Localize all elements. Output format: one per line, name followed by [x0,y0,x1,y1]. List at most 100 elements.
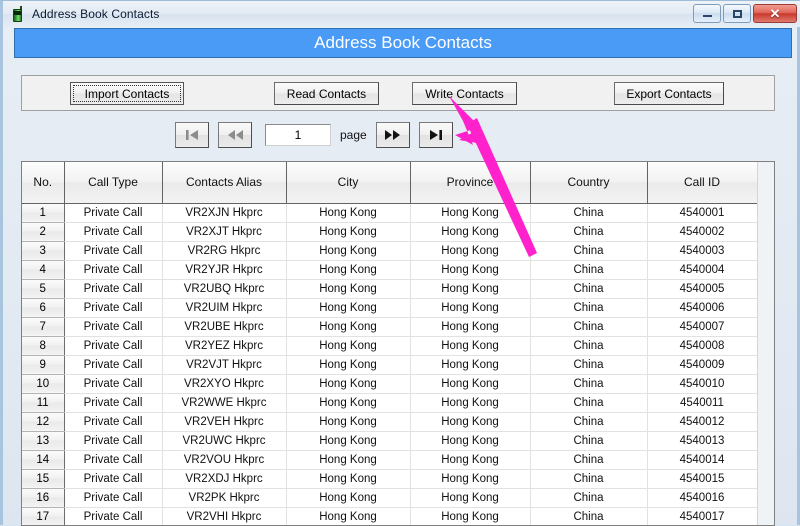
table-cell[interactable]: Hong Kong [410,507,531,525]
table-cell[interactable]: VR2UWC Hkprc [162,431,287,451]
table-cell[interactable]: 4540016 [647,488,758,508]
table-cell[interactable]: Hong Kong [286,393,411,413]
table-cell[interactable]: China [530,336,648,356]
table-cell[interactable]: Hong Kong [286,203,411,223]
table-cell[interactable]: VR2VJT Hkprc [162,355,287,375]
table-cell[interactable]: Hong Kong [286,469,411,489]
row-number-cell[interactable]: 12 [22,412,65,432]
table-cell[interactable]: 4540012 [647,412,758,432]
table-cell[interactable]: VR2VHI Hkprc [162,507,287,525]
table-row[interactable]: 8 Private Call VR2YEZ Hkprc Hong Kong Hong K… [22,336,758,356]
row-number-cell[interactable]: 2 [22,222,65,242]
table-cell[interactable]: Hong Kong [286,412,411,432]
row-number-cell[interactable]: 15 [22,469,65,489]
table-cell[interactable]: 4540009 [647,355,758,375]
table-cell[interactable]: China [530,393,648,413]
row-number-cell[interactable]: 17 [22,507,65,525]
table-cell[interactable]: Hong Kong [286,507,411,525]
table-row[interactable]: 12 Private Call VR2VEH Hkprc Hong Kong Hong … [22,412,758,432]
table-cell[interactable]: Hong Kong [286,260,411,280]
table-cell[interactable]: Private Call [64,279,163,299]
table-cell[interactable]: VR2VEH Hkprc [162,412,287,432]
table-cell[interactable]: China [530,450,648,470]
read-contacts-button[interactable]: Read Contacts [274,82,379,105]
table-cell[interactable]: Hong Kong [286,298,411,318]
table-cell[interactable]: 4540013 [647,431,758,451]
row-number-cell[interactable]: 8 [22,336,65,356]
row-number-cell[interactable]: 6 [22,298,65,318]
table-cell[interactable]: China [530,507,648,525]
table-cell[interactable]: 4540011 [647,393,758,413]
table-cell[interactable]: China [530,317,648,337]
table-cell[interactable]: 4540008 [647,336,758,356]
maximize-button[interactable] [723,4,751,23]
table-cell[interactable]: China [530,374,648,394]
table-cell[interactable]: 4540010 [647,374,758,394]
table-cell[interactable]: Private Call [64,431,163,451]
table-cell[interactable]: Hong Kong [286,355,411,375]
table-cell[interactable]: 4540015 [647,469,758,489]
table-cell[interactable]: Hong Kong [410,412,531,432]
table-cell[interactable]: Hong Kong [410,393,531,413]
table-row[interactable]: 1 Private Call VR2XJN Hkprc Hong Kong Hong K… [22,203,758,223]
table-cell[interactable]: Hong Kong [410,431,531,451]
table-cell[interactable]: VR2XJN Hkprc [162,203,287,223]
table-cell[interactable]: VR2UBE Hkprc [162,317,287,337]
table-cell[interactable]: China [530,488,648,508]
table-row[interactable]: 7 Private Call VR2UBE Hkprc Hong Kong Hong K… [22,317,758,337]
table-cell[interactable]: 4540017 [647,507,758,525]
table-cell[interactable]: Private Call [64,374,163,394]
table-cell[interactable]: Hong Kong [286,336,411,356]
previous-page-button[interactable] [218,122,252,148]
row-number-cell[interactable]: 5 [22,279,65,299]
table-cell[interactable]: Hong Kong [410,203,531,223]
table-row[interactable]: 3 Private Call VR2RG Hkprc Hong Kong Hong Ko… [22,241,758,261]
row-number-cell[interactable]: 10 [22,374,65,394]
write-contacts-button[interactable]: Write Contacts [412,82,517,105]
table-cell[interactable]: Hong Kong [286,374,411,394]
table-cell[interactable]: Private Call [64,450,163,470]
table-cell[interactable]: VR2XYO Hkprc [162,374,287,394]
table-cell[interactable]: China [530,260,648,280]
table-cell[interactable]: VR2UIM Hkprc [162,298,287,318]
table-cell[interactable]: Private Call [64,222,163,242]
table-row[interactable]: 16 Private Call VR2PK Hkprc Hong Kong Hong K… [22,488,758,508]
table-cell[interactable]: Hong Kong [410,241,531,261]
table-row[interactable]: 5 Private Call VR2UBQ Hkprc Hong Kong Hong K… [22,279,758,299]
table-cell[interactable]: Private Call [64,203,163,223]
table-cell[interactable]: Private Call [64,393,163,413]
table-cell[interactable]: Private Call [64,507,163,525]
table-cell[interactable]: VR2UBQ Hkprc [162,279,287,299]
table-cell[interactable]: Hong Kong [286,241,411,261]
table-cell[interactable]: Hong Kong [410,260,531,280]
table-cell[interactable]: Private Call [64,317,163,337]
next-page-button[interactable] [375,122,410,148]
column-header-call-id[interactable]: Call ID [647,162,758,204]
column-header-country[interactable]: Country [530,162,648,204]
table-cell[interactable]: VR2RG Hkprc [162,241,287,261]
column-header-province[interactable]: Province [410,162,531,204]
table-cell[interactable]: Private Call [64,298,163,318]
table-cell[interactable]: China [530,431,648,451]
table-cell[interactable]: China [530,412,648,432]
table-cell[interactable]: Hong Kong [286,450,411,470]
table-cell[interactable]: Hong Kong [410,222,531,242]
vertical-scrollbar[interactable] [757,162,774,525]
table-cell[interactable]: Private Call [64,412,163,432]
table-row[interactable]: 9 Private Call VR2VJT Hkprc Hong Kong Hong K… [22,355,758,375]
row-number-cell[interactable]: 3 [22,241,65,261]
row-number-cell[interactable]: 7 [22,317,65,337]
table-cell[interactable]: 4540003 [647,241,758,261]
table-cell[interactable]: VR2PK Hkprc [162,488,287,508]
column-header-contacts-alias[interactable]: Contacts Alias [162,162,287,204]
table-cell[interactable]: VR2YEZ Hkprc [162,336,287,356]
row-number-cell[interactable]: 9 [22,355,65,375]
table-cell[interactable]: Hong Kong [410,374,531,394]
table-cell[interactable]: Hong Kong [410,336,531,356]
table-cell[interactable]: China [530,279,648,299]
table-cell[interactable]: Private Call [64,488,163,508]
table-row[interactable]: 6 Private Call VR2UIM Hkprc Hong Kong Hong K… [22,298,758,318]
table-cell[interactable]: Hong Kong [410,488,531,508]
column-header-no[interactable]: No. [22,162,65,204]
row-number-cell[interactable]: 4 [22,260,65,280]
